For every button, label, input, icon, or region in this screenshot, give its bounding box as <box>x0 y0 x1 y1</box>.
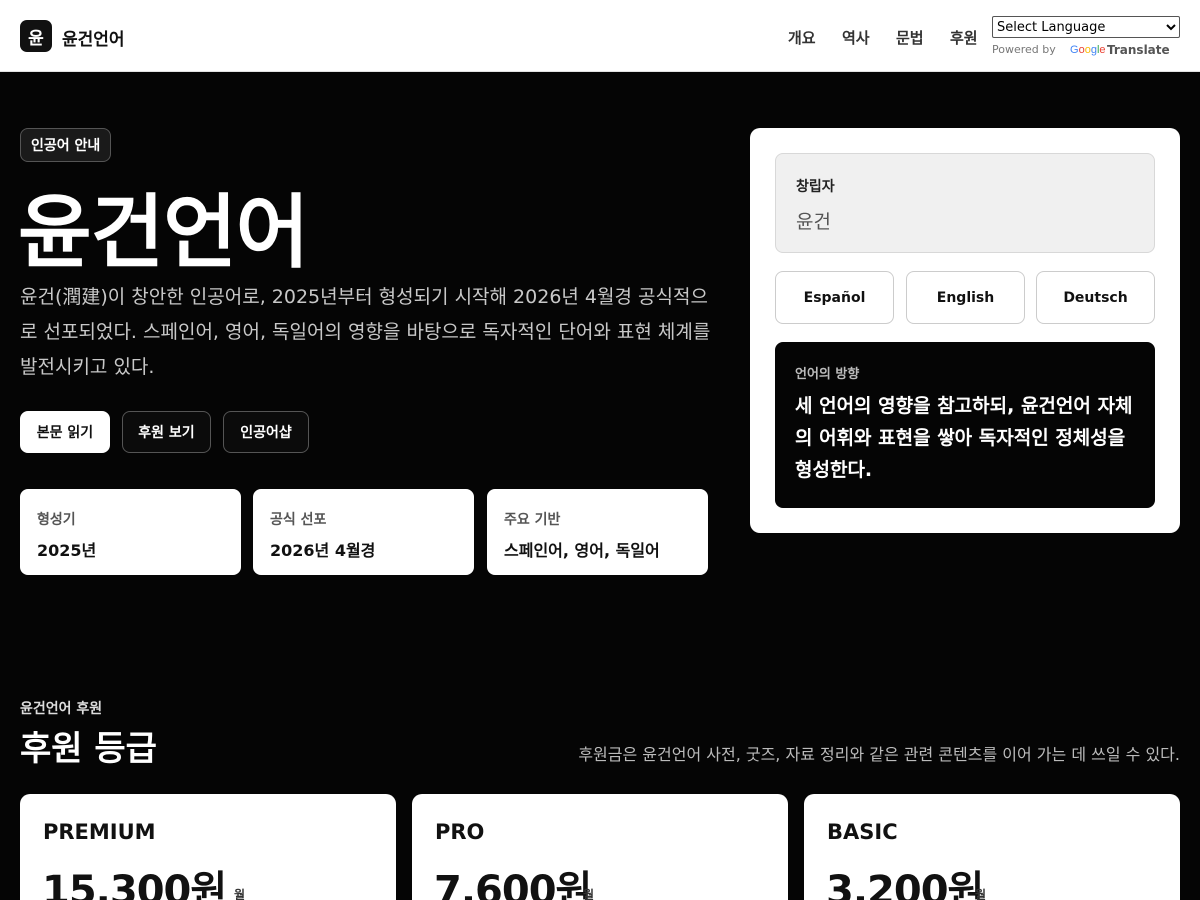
nav-grammar[interactable]: 문법 <box>896 27 924 48</box>
tier-unit: 월 <box>975 888 987 900</box>
tier-name: PREMIUM <box>43 820 156 844</box>
stat-card-basis: 주요 기반 스페인어, 영어, 독일어 <box>487 489 708 575</box>
stat-label: 공식 선포 <box>270 512 327 528</box>
translate-link[interactable]: Translate <box>1107 43 1170 57</box>
tier-unit: 월 <box>583 888 595 900</box>
language-button-german[interactable]: Deutsch <box>1036 271 1155 324</box>
site-header: 윤 윤건언어 개요 역사 문법 후원 Select Language Power… <box>0 0 1200 72</box>
language-button-english[interactable]: English <box>906 271 1025 324</box>
direction-label: 언어의 방향 <box>795 367 860 382</box>
direction-card: 언어의 방향 세 언어의 영향을 참고하되, 윤건언어 자체의 어휘와 표현을 … <box>775 342 1155 508</box>
google-logo: Google <box>1070 44 1106 56</box>
founder-name: 윤건 <box>796 211 831 233</box>
language-button-spanish[interactable]: Español <box>775 271 894 324</box>
stat-label: 주요 기반 <box>504 512 561 528</box>
language-select[interactable]: Select Language <box>992 16 1180 38</box>
founder-card: 창립자 윤건 <box>775 153 1155 253</box>
founder-label: 창립자 <box>796 179 835 195</box>
hero-title: 윤건언어 <box>18 186 309 279</box>
view-support-button[interactable]: 후원 보기 <box>122 411 211 453</box>
tier-price: 15,300원 <box>42 868 227 900</box>
tier-card-premium[interactable]: PREMIUM 15,300원 월 <box>20 794 396 900</box>
hero-description: 윤건(潤建)이 창안한 인공어로, 2025년부터 형성되기 시작해 2026년… <box>20 286 711 378</box>
stat-value: 2025년 <box>37 541 97 560</box>
nav-overview[interactable]: 개요 <box>788 27 816 48</box>
tier-card-basic[interactable]: BASIC 3,200원 월 <box>804 794 1180 900</box>
section-kicker: 윤건언어 후원 <box>20 701 103 717</box>
brand-name[interactable]: 윤건언어 <box>62 25 125 50</box>
tier-name: PRO <box>435 820 485 844</box>
category-badge: 인공어 안내 <box>20 128 112 162</box>
tier-name: BASIC <box>827 820 898 844</box>
nav-support[interactable]: 후원 <box>950 27 978 48</box>
conlang-shop-button[interactable]: 인공어샵 <box>223 411 309 453</box>
section-description: 후원금은 윤건언어 사전, 굿즈, 자료 정리와 같은 관련 콘텐츠를 이어 가… <box>578 745 1180 764</box>
read-article-button[interactable]: 본문 읽기 <box>20 411 110 453</box>
stat-value: 2026년 4월경 <box>270 541 376 560</box>
stat-label: 형성기 <box>37 512 76 528</box>
section-title: 후원 등급 <box>20 729 157 769</box>
info-panel: 창립자 윤건 Español English Deutsch 언어의 방향 세 … <box>750 128 1180 533</box>
nav-history[interactable]: 역사 <box>842 27 870 48</box>
tier-price: 7,600원 <box>434 868 592 900</box>
stat-card-declaration: 공식 선포 2026년 4월경 <box>253 489 474 575</box>
stat-value: 스페인어, 영어, 독일어 <box>504 541 660 560</box>
tier-price: 3,200원 <box>826 868 984 900</box>
direction-text: 세 언어의 영향을 참고하되, 윤건언어 자체의 어휘와 표현을 쌓아 독자적인… <box>795 395 1133 481</box>
powered-by-label: Powered by <box>992 43 1056 56</box>
tier-unit: 월 <box>234 888 246 900</box>
logo-icon[interactable]: 윤 <box>20 20 52 52</box>
stat-card-formation: 형성기 2025년 <box>20 489 241 575</box>
tier-card-pro[interactable]: PRO 7,600원 월 <box>412 794 788 900</box>
